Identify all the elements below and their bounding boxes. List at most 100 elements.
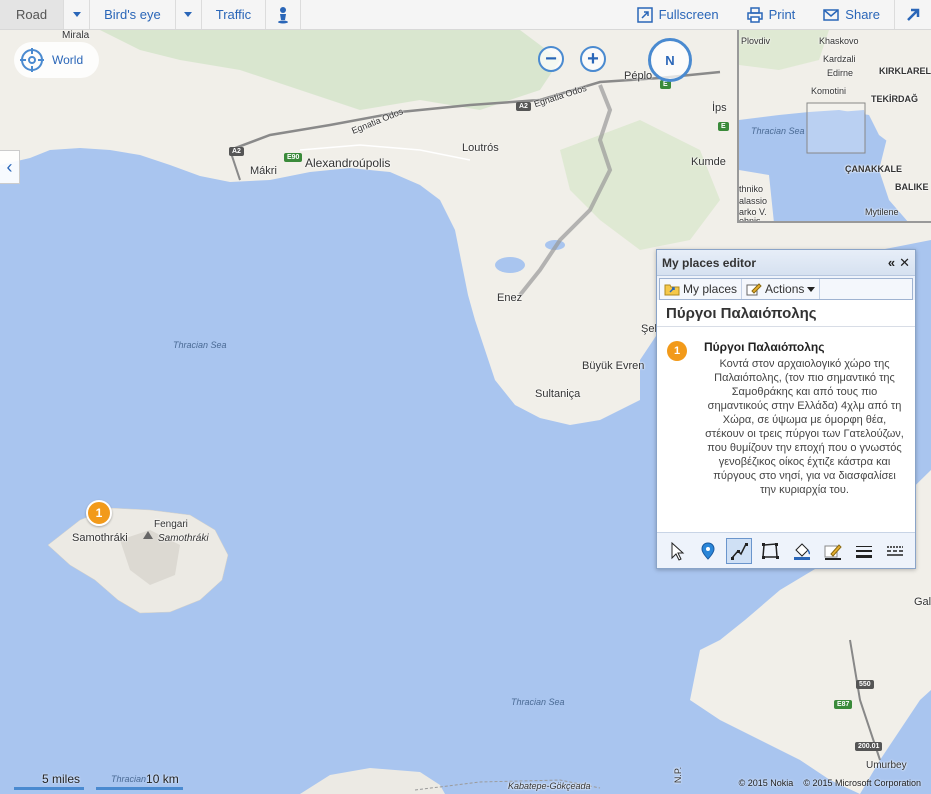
printer-icon — [746, 6, 763, 23]
place-number-badge: 1 — [667, 341, 687, 361]
birds-eye-dropdown[interactable] — [176, 0, 202, 29]
map-label-peplos: Péplo — [624, 70, 653, 82]
fullscreen-icon — [636, 6, 653, 23]
chevron-down-icon — [184, 12, 193, 17]
line-style-icon — [887, 545, 904, 556]
map-label-samothraki-peak: Samothráki — [158, 533, 209, 544]
road-view-button[interactable]: Road — [0, 0, 65, 29]
map-label-gal: Gal — [914, 596, 931, 608]
tab-actions-label: Actions — [765, 282, 805, 296]
select-tool[interactable] — [664, 538, 690, 564]
chevron-down-icon — [807, 286, 816, 292]
minimap-label-tekirdag: TEKİRDAĞ — [871, 94, 918, 104]
line-color-tool[interactable] — [820, 538, 846, 564]
traffic-button[interactable]: Traffic — [202, 0, 267, 29]
tab-my-places-label: My places — [683, 282, 738, 296]
chevron-left-icon: ‹ — [6, 156, 13, 177]
line-width-tool[interactable] — [851, 538, 877, 564]
minimap-label-canakkale: ÇANAKKALE — [845, 164, 902, 174]
minimap-label-ehnis: ehnis — [739, 216, 761, 223]
road-shield-a2: A2 — [516, 102, 531, 111]
compass-north-label: N — [665, 52, 675, 68]
line-style-tool[interactable] — [882, 538, 908, 564]
copyright-microsoft: © 2015 Microsoft Corporation — [803, 778, 921, 788]
close-icon[interactable]: ✕ — [899, 255, 910, 271]
side-panel-toggle[interactable]: ‹ — [0, 150, 20, 184]
polyline-icon — [731, 542, 749, 560]
road-shield-e90: E90 — [284, 153, 303, 162]
place-collection-title: Πύργοι Παλαιόπολης — [657, 300, 915, 327]
map-label-enez: Enez — [497, 292, 523, 304]
place-description: Κοντά στον αρχαιολογικό χώρο της Παλαιόπ… — [705, 358, 904, 496]
road-shield-e: E — [718, 122, 729, 131]
road-shield-a2: A2 — [229, 147, 244, 156]
paint-bucket-icon — [793, 542, 810, 560]
map-label-np: N.P. — [673, 766, 684, 784]
print-label: Print — [768, 7, 796, 22]
minimap-label-kardzhali: Kardzali — [823, 54, 856, 64]
world-label: World — [52, 53, 84, 67]
crosshair-icon — [20, 48, 44, 72]
minimap-label-khaskovo: Khaskovo — [819, 36, 859, 46]
tab-actions[interactable]: Actions — [742, 279, 821, 299]
compass-control[interactable]: N — [648, 38, 692, 82]
place-pin-marker[interactable]: 1 — [86, 500, 112, 526]
fullscreen-button[interactable]: Fullscreen — [623, 0, 733, 29]
share-label: Share — [845, 7, 880, 22]
place-name[interactable]: Πύργοι Παλαιόπολης — [704, 340, 905, 354]
list-item[interactable]: 1 Πύργοι Παλαιόπολης Κοντά στον αρχαιολο… — [657, 327, 915, 497]
add-pushpin-tool[interactable] — [695, 538, 721, 564]
editor-body: Πύργοι Παλαιόπολης 1 Πύργοι Παλαιόπολης … — [657, 300, 915, 532]
draw-shape-tool[interactable] — [757, 538, 783, 564]
minimap-label-mytilene: Mytilene — [865, 207, 899, 217]
zoom-out-button[interactable]: − — [538, 46, 564, 72]
my-places-editor: My places editor « ✕ My places Actions Π… — [656, 249, 916, 569]
copyright-notice: © 2015 Nokia © 2015 Microsoft Corporatio… — [739, 778, 921, 788]
minimap-label-edirne: Edirne — [827, 68, 854, 78]
map-label-thracian-sea-2: Thracian Sea — [511, 697, 565, 707]
draw-line-tool[interactable] — [726, 537, 753, 564]
road-shield-200: 200.01 — [855, 742, 883, 751]
minimap-label-kirklarel: KIRKLAREL — [879, 66, 931, 76]
road-view-dropdown[interactable] — [64, 0, 91, 29]
scale-bar: 5 miles 10 km — [14, 772, 183, 790]
minimap-label-plovdiv: Plovdiv — [741, 36, 771, 46]
zoom-in-button[interactable]: + — [580, 46, 606, 72]
map-label-samothraki: Samothráki — [72, 532, 128, 544]
map-label-ips: İps — [712, 102, 727, 114]
pencil-icon — [824, 543, 842, 560]
cursor-icon — [671, 541, 684, 561]
map-label-sultanica: Sultaniça — [535, 388, 581, 400]
map-label-fengari: Fengari — [154, 519, 188, 530]
editor-header: My places editor « ✕ — [657, 250, 915, 276]
overview-minimap[interactable]: Plovdiv Khaskovo Kardzali Edirne KIRKLAR… — [737, 30, 931, 223]
tab-my-places[interactable]: My places — [660, 279, 743, 299]
road-shield-e87: E87 — [834, 700, 853, 709]
fill-color-tool[interactable] — [789, 538, 815, 564]
share-button[interactable]: Share — [809, 0, 894, 29]
editor-tabs: My places Actions — [659, 278, 913, 300]
expand-button[interactable] — [894, 0, 931, 29]
minimap-label-alassio: alassio — [739, 196, 768, 206]
scale-miles: 5 miles — [14, 772, 85, 790]
map-label-alexandroupolis: Alexandroúpolis — [305, 156, 391, 170]
folder-icon — [664, 284, 680, 296]
map-label-mirala: Mirala — [62, 30, 90, 41]
chevron-down-icon — [72, 12, 81, 17]
birds-eye-button[interactable]: Bird's eye — [90, 0, 176, 29]
line-width-icon — [856, 545, 873, 558]
world-button[interactable]: World — [14, 42, 100, 78]
editor-title: My places editor — [662, 255, 757, 270]
streetside-button[interactable] — [266, 0, 302, 29]
polygon-icon — [762, 542, 780, 559]
print-button[interactable]: Print — [733, 0, 810, 29]
minimap-label-balike: BALIKE — [895, 182, 929, 192]
map-label-buyuk-evren: Büyük Evren — [582, 360, 645, 372]
minimap-label-komotini: Komotini — [811, 86, 847, 96]
envelope-icon — [823, 8, 840, 21]
map-label-loutros: Loutrós — [462, 142, 499, 154]
minimap-label-thniko: thniko — [739, 184, 764, 194]
pushpin-icon — [701, 541, 715, 560]
road-shield-550: 550 — [856, 680, 874, 689]
collapse-icon[interactable]: « — [888, 255, 895, 270]
